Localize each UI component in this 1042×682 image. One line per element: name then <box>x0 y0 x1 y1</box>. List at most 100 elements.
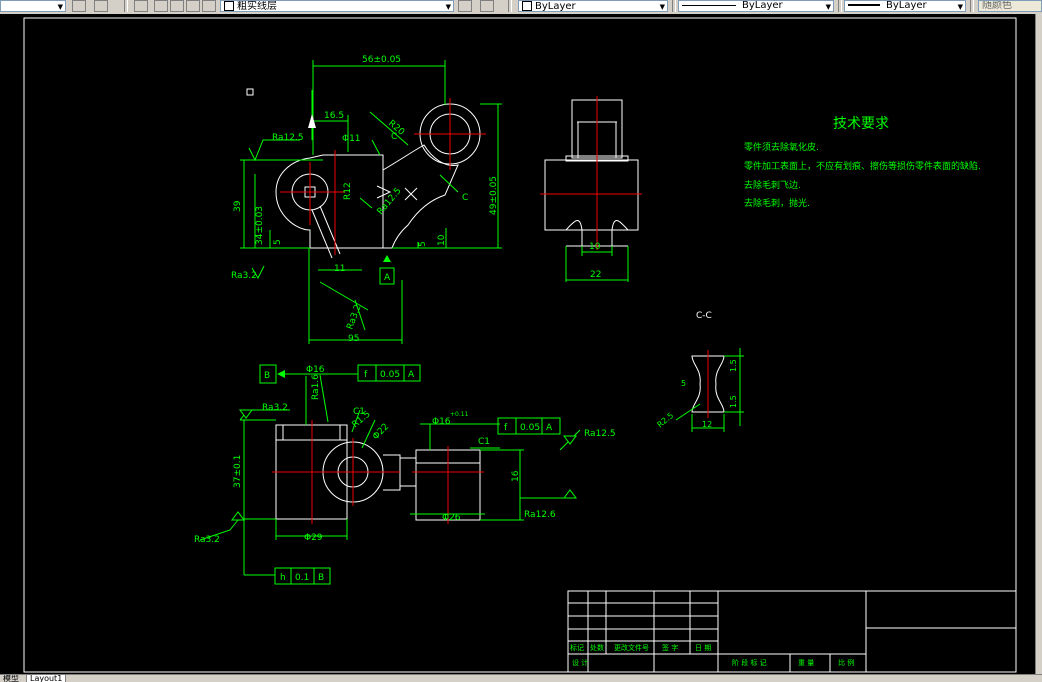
color-swatch <box>522 1 532 11</box>
dim-26: Φ26 <box>442 513 461 523</box>
plotstyle-value: 随颜色 <box>982 0 1012 11</box>
lock-icon[interactable] <box>186 0 200 12</box>
tech-title: 技术要求 <box>833 116 889 132</box>
make-current-layer-icon[interactable] <box>458 0 472 12</box>
dim-phi16-b: Φ16 <box>432 417 451 427</box>
color-value: ByLayer <box>535 1 576 12</box>
gdt2-tol: 0.05 <box>520 423 540 433</box>
cad-drawing: 56±0.05 16.5 Φ11 R20 C C Ra12.5 39 34±0.… <box>23 17 1017 673</box>
ra-triangle-bottom <box>563 489 577 499</box>
gdt3-tol: 0.1 <box>295 573 309 583</box>
layer-state-button[interactable] <box>94 0 108 12</box>
dim-r12: R12 <box>343 182 353 200</box>
toolbar-separator <box>838 0 842 12</box>
section-label: C-C <box>696 311 712 321</box>
layer-previous-icon[interactable] <box>480 0 494 12</box>
linetype-value: ByLayer <box>742 0 783 11</box>
gdt1-tol: 0.05 <box>380 370 400 380</box>
dim-c1-b: C1 <box>478 437 490 447</box>
layer-properties-button[interactable] <box>72 0 86 12</box>
ra-triangle-topleft <box>239 409 253 419</box>
chevron-down-icon: ▼ <box>659 3 665 11</box>
sec-dim-5: 5 <box>681 379 686 388</box>
layer-color-swatch <box>224 1 234 11</box>
sec-dim-1-5a: 1.5 <box>729 359 738 372</box>
dim-16: 16 <box>511 470 521 482</box>
ra-12-6: Ra12.6 <box>524 510 556 520</box>
dim-56: 56±0.05 <box>362 55 401 65</box>
ucs-marker <box>246 88 254 96</box>
toolbar-separator <box>124 0 128 12</box>
side-view <box>544 99 639 247</box>
tb-label-stage: 阶 段 标 记 <box>732 658 767 667</box>
ra-triangle-top <box>563 435 577 445</box>
dim-10b: 10 <box>589 242 601 252</box>
dim-39: 39 <box>233 200 243 212</box>
color-dropdown[interactable]: ByLayer ▼ <box>518 0 668 12</box>
ra-12-5-front: Ra12.5 <box>272 133 304 143</box>
toolbar-separator <box>672 0 676 12</box>
dim-phi16-tol: +0.11 <box>450 411 469 418</box>
ra-1-6: Ra1.6 <box>311 374 321 400</box>
gdt3-datum: B <box>318 573 324 583</box>
tb-label-change-doc: 更改文件号 <box>614 643 649 652</box>
gdt2-datum: A <box>546 423 553 433</box>
lineweight-swatch <box>848 4 880 6</box>
dim-5a: 5 <box>273 239 283 245</box>
dim-22: 22 <box>590 270 601 280</box>
dim-95: 95 <box>348 334 359 344</box>
dim-phi11: Φ11 <box>342 134 361 144</box>
title-block <box>567 590 1017 673</box>
toolbar-separator <box>508 0 512 12</box>
gdt1-symbol: f <box>364 370 368 380</box>
tech-note-4: 去除毛刺，抛光. <box>744 197 810 209</box>
lineweight-dropdown[interactable]: ByLayer ▼ <box>844 0 966 12</box>
front-view <box>275 103 481 259</box>
datum-a-triangle <box>383 255 391 262</box>
dim-49: 49±0.05 <box>489 176 499 215</box>
section-mark-bottom: C <box>462 193 468 203</box>
plot-icon[interactable] <box>202 0 216 12</box>
sec-dim-12: 12 <box>702 420 712 429</box>
ra-3-2-bottom: Ra3.2 <box>194 535 220 545</box>
datum-b-label: B <box>264 371 270 381</box>
dim-11: 11 <box>334 264 345 274</box>
tech-note-2: 零件加工表面上，不应有划痕、擦伤等损伤零件表面的缺陷. <box>744 160 981 172</box>
dim-29: Φ29 <box>304 533 323 543</box>
tech-note-3: 去除毛刺飞边. <box>744 179 801 191</box>
ra-3-2-top: Ra3.2 <box>262 403 288 413</box>
drawing-canvas[interactable]: 56±0.05 16.5 Φ11 R20 C C Ra12.5 39 34±0.… <box>0 14 1042 674</box>
linetype-dropdown[interactable]: ByLayer ▼ <box>678 0 834 12</box>
properties-toolbar: ▼ 粗实线层 ▼ ByLayer ▼ ByLayer ▼ ByLayer ▼ 随… <box>0 0 1042 15</box>
tb-label-sign: 签 字 <box>662 643 678 652</box>
dim-37: 37±0.1 <box>233 455 243 488</box>
lineweight-value: ByLayer <box>886 0 927 11</box>
ra-12-5-arm: Ra12.5 <box>376 186 404 217</box>
gdt-frame-2: f 0.05 A <box>497 417 561 435</box>
side-centerlines <box>540 96 642 250</box>
gdt2-symbol: f <box>504 423 508 433</box>
tb-label-weight: 重 量 <box>798 659 814 667</box>
layer-dropdown[interactable]: 粗实线层 ▼ <box>220 0 454 12</box>
plotstyle-dropdown[interactable]: 随颜色 <box>978 0 1042 12</box>
dim-10a: 10 <box>437 234 447 246</box>
sec-dim-1-5b: 1.5 <box>729 395 738 408</box>
ra-12-5-right: Ra12.5 <box>584 429 616 439</box>
tb-label-count: 处数 <box>590 643 604 652</box>
arrow-to-gdt1 <box>277 370 285 378</box>
sun-icon[interactable] <box>170 0 184 12</box>
layer-name: 粗实线层 <box>237 1 277 12</box>
tb-label-design: 设 计 <box>572 658 588 667</box>
layer-stack-icon[interactable] <box>134 0 148 12</box>
chevron-down-icon: ▼ <box>825 3 831 11</box>
ra-3-2-front: Ra3.2 <box>231 271 257 281</box>
tb-label-date: 日 期 <box>695 644 711 652</box>
lightbulb-icon[interactable] <box>154 0 168 12</box>
workspace-dropdown[interactable]: ▼ <box>0 0 66 12</box>
chevron-down-icon: ▼ <box>445 3 451 11</box>
dim-16-5: 16.5 <box>324 111 344 121</box>
gdt1-datum: A <box>408 370 415 380</box>
linetype-swatch <box>682 4 736 6</box>
gdt3-symbol: h <box>280 573 286 583</box>
vertical-scrollbar[interactable] <box>1035 14 1042 674</box>
